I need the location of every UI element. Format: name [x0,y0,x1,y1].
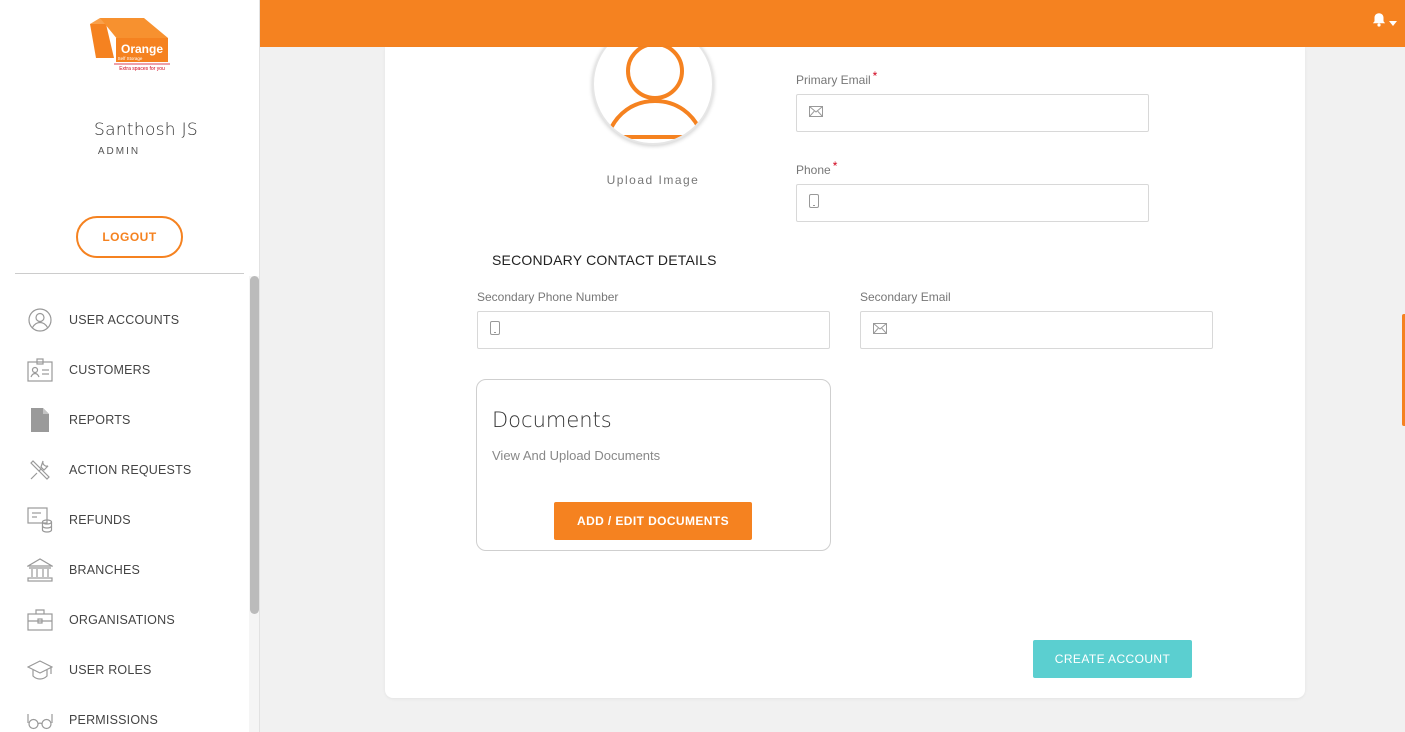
briefcase-icon [27,607,53,633]
phone-input[interactable] [829,185,1148,221]
user-circle-icon [27,307,53,333]
brand-logo[interactable]: Orange Self Storage Extra spaces for you [88,18,172,74]
documents-title: Documents [492,408,612,432]
secondary-phone-field[interactable] [477,311,830,349]
mobile-icon [809,193,819,213]
sidebar: Orange Self Storage Extra spaces for you… [0,0,260,732]
sidebar-item-label: USER ACCOUNTS [69,313,180,327]
bell-icon [1372,12,1386,32]
primary-email-input[interactable] [833,95,1148,131]
required-mark: * [832,159,838,173]
sidebar-item-permissions[interactable]: PERMISSIONS [0,695,248,732]
sidebar-item-label: USER ROLES [69,663,152,677]
secondary-email-input[interactable] [897,312,1212,348]
phone-label: Phone * [796,159,838,177]
document-icon [27,407,53,433]
logo-tagline-1: Self Storage [118,56,143,61]
sidebar-scrollbar-thumb[interactable] [250,276,259,614]
user-name: Santhosh JS [94,120,198,140]
graduation-cap-icon [27,657,53,683]
sidebar-item-refunds[interactable]: REFUNDS [0,495,248,545]
sidebar-nav: USER ACCOUNTS CUSTOMERS REPORTS ACTION R… [0,295,248,732]
refund-icon [27,507,53,533]
user-role: ADMIN [97,146,141,157]
sidebar-item-label: BRANCHES [69,563,141,577]
sidebar-item-organisations[interactable]: ORGANISATIONS [0,595,248,645]
id-card-icon [27,357,53,383]
sidebar-item-action-requests[interactable]: ACTION REQUESTS [0,445,248,495]
documents-card: Documents View And Upload Documents ADD … [476,379,831,551]
upload-image-label[interactable]: Upload Image [575,173,731,187]
sidebar-item-user-roles[interactable]: USER ROLES [0,645,248,695]
sidebar-item-label: REFUNDS [69,513,131,527]
mail-icon [873,321,887,339]
glasses-icon [27,707,53,732]
bank-icon [27,557,53,583]
sidebar-item-label: ORGANISATIONS [69,613,175,627]
sidebar-item-label: ACTION REQUESTS [69,463,192,477]
logo-tagline-2: Extra spaces for you [119,66,165,72]
sidebar-item-label: REPORTS [69,413,131,427]
notifications-button[interactable] [1372,12,1397,32]
create-account-form: Upload Image Primary Email * Phone * SECON… [385,47,1305,698]
secondary-email-field[interactable] [860,311,1213,349]
chevron-down-icon [1389,13,1397,31]
sidebar-item-user-accounts[interactable]: USER ACCOUNTS [0,295,248,345]
top-bar [260,0,1405,47]
required-mark: * [872,69,878,83]
avatar-upload[interactable] [592,47,714,145]
sidebar-item-reports[interactable]: REPORTS [0,395,248,445]
secondary-email-label: Secondary Email [860,290,951,304]
avatar-placeholder-icon [606,47,704,139]
sidebar-item-customers[interactable]: CUSTOMERS [0,345,248,395]
sidebar-item-label: CUSTOMERS [69,363,151,377]
create-account-button[interactable]: CREATE ACCOUNT [1033,640,1192,678]
logo-brand-text: Orange [121,42,163,56]
tools-icon [27,457,53,483]
sidebar-divider [15,273,244,274]
add-edit-documents-button[interactable]: ADD / EDIT DOCUMENTS [554,502,752,540]
secondary-phone-label: Secondary Phone Number [477,290,619,304]
documents-subtitle: View And Upload Documents [492,448,661,463]
primary-email-field[interactable] [796,94,1149,132]
phone-field[interactable] [796,184,1149,222]
mobile-icon [490,320,500,340]
sidebar-item-branches[interactable]: BRANCHES [0,545,248,595]
mail-icon [809,104,823,122]
secondary-phone-input[interactable] [510,312,829,348]
primary-email-label: Primary Email * [796,69,878,87]
sidebar-item-label: PERMISSIONS [69,713,159,727]
logout-button[interactable]: LOGOUT [76,216,183,258]
secondary-contact-heading: SECONDARY CONTACT DETAILS [492,252,717,268]
